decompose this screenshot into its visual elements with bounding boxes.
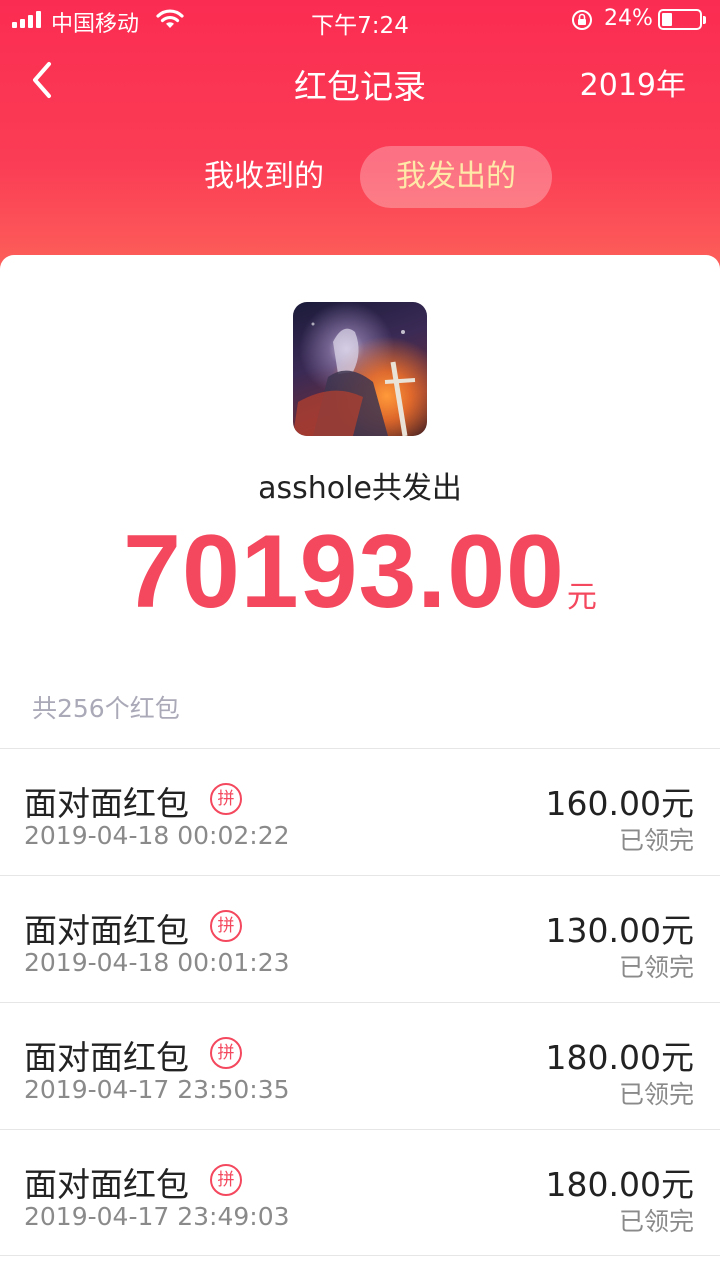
record-title: 面对面红包	[24, 1038, 189, 1077]
record-status: 已领完	[618, 1207, 694, 1236]
year-selector[interactable]: 2019年	[580, 60, 686, 104]
record-title: 面对面红包	[24, 911, 189, 950]
sender-summary: asshole共发出	[258, 471, 462, 506]
record-amount: 180.00元	[545, 1038, 694, 1077]
pin-badge-icon: 拼	[210, 1037, 242, 1069]
record-time: 2019-04-17 23:50:35	[24, 1075, 290, 1104]
record-title: 面对面红包	[24, 1165, 189, 1204]
pin-badge-icon: 拼	[210, 910, 242, 942]
record-status: 已领完	[618, 1080, 694, 1109]
status-bar: 中国移动 下午7:24 24%	[0, 0, 720, 40]
record-amount: 160.00元	[545, 784, 694, 823]
record-status: 已领完	[618, 826, 694, 855]
list-item[interactable]: 面对面红包 拼 2019-04-18 00:02:22 160.00元 已领完	[0, 748, 720, 875]
rotation-lock-icon	[570, 8, 594, 38]
packet-count: 共256个红包	[32, 694, 180, 723]
battery-percent: 24%	[604, 6, 653, 31]
record-status: 已领完	[618, 953, 694, 982]
record-time: 2019-04-18 00:02:22	[24, 821, 290, 850]
total-amount: 70193.00元	[0, 513, 720, 632]
battery-icon	[658, 9, 706, 30]
record-list: 面对面红包 拼 2019-04-18 00:02:22 160.00元 已领完 …	[0, 748, 720, 1256]
total-amount-value: 70193.00	[123, 514, 565, 630]
summary-card: asshole共发出 70193.00元 共256个红包 面对面红包 拼 201…	[0, 255, 720, 1280]
list-item[interactable]: 面对面红包 拼 2019-04-17 23:49:03 180.00元 已领完	[0, 1129, 720, 1256]
record-title: 面对面红包	[24, 784, 189, 823]
pin-badge-icon: 拼	[210, 783, 242, 815]
total-amount-unit: 元	[566, 580, 597, 615]
pin-badge-icon: 拼	[210, 1164, 242, 1196]
tab-sent[interactable]: 我发出的	[360, 146, 552, 208]
record-amount: 180.00元	[545, 1165, 694, 1204]
record-time: 2019-04-18 00:01:23	[24, 948, 290, 977]
record-time: 2019-04-17 23:49:03	[24, 1202, 290, 1231]
list-item[interactable]: 面对面红包 拼 2019-04-18 00:01:23 130.00元 已领完	[0, 875, 720, 1002]
avatar	[293, 302, 427, 436]
tab-received[interactable]: 我收到的	[188, 146, 340, 208]
record-amount: 130.00元	[545, 911, 694, 950]
list-item[interactable]: 面对面红包 拼 2019-04-17 23:50:35 180.00元 已领完	[0, 1002, 720, 1129]
